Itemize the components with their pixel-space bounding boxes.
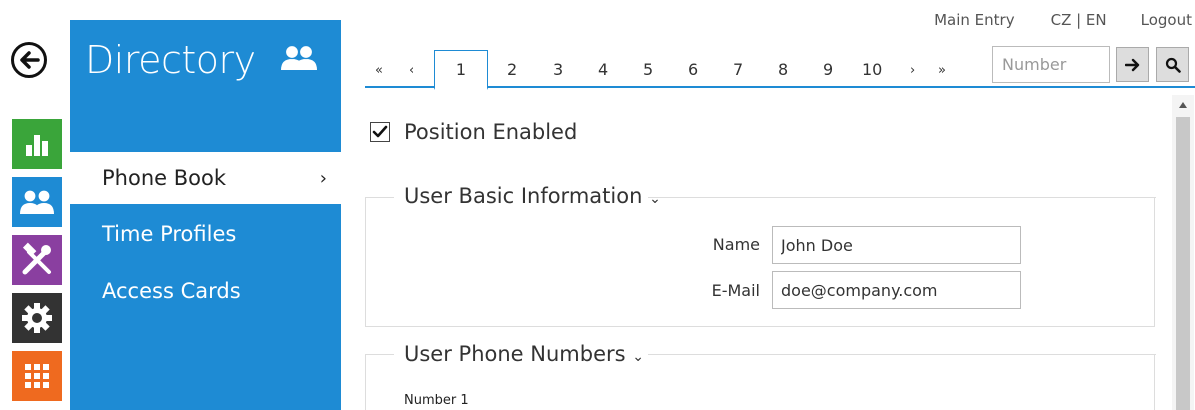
rail-services[interactable] — [12, 293, 62, 343]
panel-title: Directory — [85, 38, 256, 82]
rail-directory[interactable] — [12, 177, 62, 227]
rail-hardware[interactable] — [12, 235, 62, 285]
fieldset-border — [366, 354, 394, 355]
logout-link[interactable]: Logout — [1141, 11, 1192, 29]
email-field[interactable] — [772, 271, 1021, 309]
chevron-down-icon: ⌄ — [632, 349, 644, 365]
phone-numbers-title: User Phone Numbers — [404, 342, 626, 366]
prev-page-button[interactable]: ‹ — [409, 63, 414, 78]
users-icon — [20, 189, 54, 214]
nav-item-phone-book[interactable]: Phone Book › — [70, 152, 341, 204]
top-links: Main Entry CZ | EN Logout — [934, 11, 1192, 29]
fieldset-border — [648, 354, 1156, 355]
pagination-bar: « ‹ 1 2 3 4 5 6 7 8 9 10 › » — [365, 46, 1195, 90]
nav-item-label: Phone Book — [102, 166, 226, 190]
basic-info-fieldset — [365, 197, 1156, 327]
fieldset-border — [366, 197, 394, 198]
page-8-tab[interactable]: 8 — [778, 60, 788, 79]
app-nav-rail — [0, 0, 70, 410]
page-10-tab[interactable]: 10 — [862, 60, 882, 79]
number-input[interactable] — [992, 46, 1110, 83]
position-enabled-label: Position Enabled — [404, 120, 578, 144]
page-9-tab[interactable]: 9 — [823, 60, 833, 79]
next-page-button[interactable]: › — [910, 63, 915, 78]
check-icon — [372, 125, 388, 138]
grid-icon — [25, 364, 49, 388]
page-7-tab[interactable]: 7 — [733, 60, 743, 79]
go-button[interactable] — [1116, 47, 1149, 82]
page-2-tab[interactable]: 2 — [507, 60, 517, 79]
page-4-tab[interactable]: 4 — [598, 60, 608, 79]
gear-icon — [22, 303, 52, 333]
page-5-tab[interactable]: 5 — [643, 60, 653, 79]
tools-icon — [22, 242, 51, 275]
position-enabled-checkbox[interactable] — [370, 122, 390, 142]
nav-item-access-cards[interactable]: Access Cards — [70, 265, 341, 317]
name-field[interactable] — [772, 226, 1021, 264]
basic-info-toggle[interactable]: User Basic Information ⌄ — [404, 184, 661, 208]
basic-info-title: User Basic Information — [404, 184, 643, 208]
section-panel: Directory Phone Book › Time Profiles Acc… — [70, 20, 341, 410]
search-button[interactable] — [1156, 47, 1189, 82]
page-6-tab[interactable]: 6 — [688, 60, 698, 79]
users-icon — [279, 42, 319, 78]
rail-status[interactable] — [12, 119, 62, 169]
arrow-right-icon — [1124, 58, 1139, 71]
number1-label: Number 1 — [404, 393, 469, 408]
search-icon — [1165, 57, 1181, 73]
nav-item-label: Time Profiles — [102, 222, 237, 246]
bar-chart-icon — [26, 135, 48, 156]
nav-item-time-profiles[interactable]: Time Profiles — [70, 208, 341, 260]
first-page-button[interactable]: « — [375, 63, 383, 78]
arrow-left-icon — [20, 51, 40, 69]
last-page-button[interactable]: » — [938, 63, 946, 78]
position-enabled-row: Position Enabled — [370, 120, 577, 144]
vertical-scrollbar[interactable] — [1172, 95, 1194, 410]
main-entry-link[interactable]: Main Entry — [934, 11, 1015, 29]
fieldset-border — [648, 197, 1156, 198]
rail-system[interactable] — [12, 351, 62, 401]
chevron-right-icon: › — [319, 167, 327, 189]
nav-item-label: Access Cards — [102, 279, 241, 303]
scroll-up-arrow-icon[interactable] — [1172, 95, 1194, 115]
name-label: Name — [712, 235, 760, 254]
back-button[interactable] — [11, 42, 47, 78]
scrollbar-thumb[interactable] — [1176, 117, 1190, 410]
language-switch[interactable]: CZ | EN — [1051, 11, 1107, 29]
email-label: E-Mail — [711, 281, 760, 300]
page-1-tab[interactable]: 1 — [434, 50, 488, 90]
phone-numbers-toggle[interactable]: User Phone Numbers ⌄ — [404, 342, 644, 366]
page-3-tab[interactable]: 3 — [553, 60, 563, 79]
chevron-down-icon: ⌄ — [649, 191, 661, 207]
